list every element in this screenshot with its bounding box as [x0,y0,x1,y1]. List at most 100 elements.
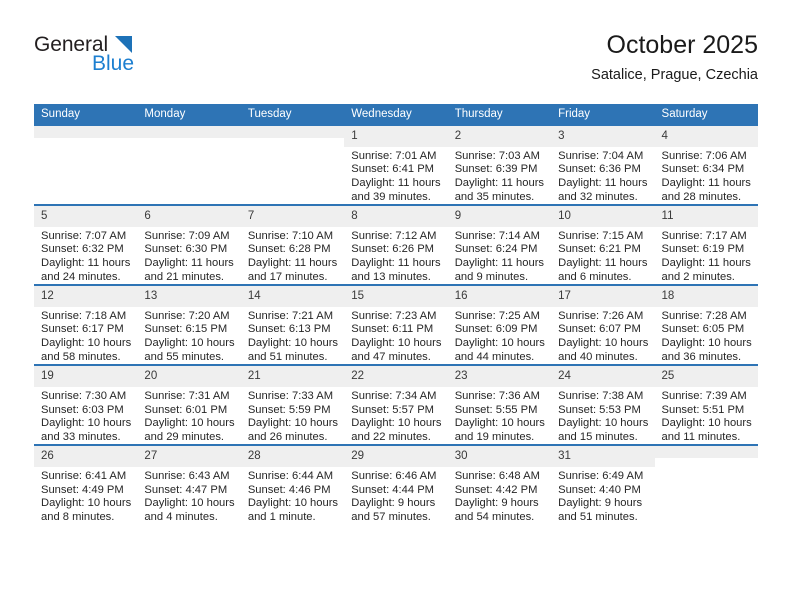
calendar-day-cell[interactable]: 13 Sunrise: 7:20 AM Sunset: 6:15 PM Dayligh… [137,284,241,366]
calendar-day-cell[interactable]: 9 Sunrise: 7:14 AM Sunset: 6:24 PM Daylight… [447,204,552,286]
sunset-time: Sunset: 5:53 PM [558,403,641,416]
day-details: Sunrise: 7:12 AM Sunset: 6:26 PM Daylight:… [344,227,447,284]
sunset-time: Sunset: 4:42 PM [454,483,538,496]
daylight-duration-line1: Daylight: 9 hours [454,497,539,510]
calendar-day-cell[interactable]: 3 Sunrise: 7:04 AM Sunset: 6:36 PM Daylight… [551,126,655,206]
calendar-day-cell[interactable]: 25 Sunrise: 7:39 AM Sunset: 5:51 PM Dayligh… [654,364,758,446]
sunset-time: Sunset: 5:57 PM [351,403,434,416]
calendar-day-cell[interactable]: 1 Sunrise: 7:01 AM Sunset: 6:41 PM Daylight… [344,126,448,206]
calendar-day-cell[interactable]: 16 Sunrise: 7:25 AM Sunset: 6:09 PM Dayligh… [447,284,552,366]
daylight-duration-line2: and 58 minutes. [41,350,121,363]
calendar-week-row: 26 Sunrise: 6:41 AM Sunset: 4:49 PM Dayligh… [34,444,758,525]
day-details: Sunrise: 7:21 AM Sunset: 6:13 PM Daylight:… [241,307,344,364]
sunset-time: Sunset: 4:40 PM [558,483,641,496]
calendar-day-cell[interactable]: 18 Sunrise: 7:28 AM Sunset: 6:05 PM Dayligh… [654,284,758,366]
sunrise-time: Sunrise: 7:30 AM [41,389,127,402]
day-details: Sunrise: 7:17 AM Sunset: 6:19 PM Daylight:… [655,227,758,284]
calendar-day-cell[interactable]: 22 Sunrise: 7:34 AM Sunset: 5:57 PM Dayligh… [344,364,448,446]
day-number: 30 [447,446,552,467]
calendar-day-cell[interactable]: 2 Sunrise: 7:03 AM Sunset: 6:39 PM Daylight… [447,126,552,206]
daylight-duration-line2: and 19 minutes. [454,430,535,443]
calendar-day-cell[interactable]: 5 Sunrise: 7:07 AM Sunset: 6:32 PM Daylight… [34,204,138,286]
sunrise-time: Sunrise: 7:06 AM [661,149,747,162]
daylight-duration-line2: and 39 minutes. [351,190,431,203]
sunrise-time: Sunrise: 7:12 AM [351,229,437,242]
calendar-day-cell[interactable]: 28 Sunrise: 6:44 AM Sunset: 4:46 PM Dayligh… [240,444,345,525]
page-title: October 2025 [606,31,759,59]
daylight-duration-line1: Daylight: 10 hours [247,497,339,510]
sunset-time: Sunset: 6:21 PM [558,243,641,256]
day-details: Sunrise: 7:01 AM Sunset: 6:41 PM Daylight:… [344,147,447,204]
daylight-duration-line2: and 47 minutes. [351,350,431,363]
day-details: Sunrise: 7:36 AM Sunset: 5:55 PM Daylight:… [448,387,551,444]
calendar-day-cell[interactable]: 24 Sunrise: 7:38 AM Sunset: 5:53 PM Dayligh… [551,364,655,446]
calendar-day-cell[interactable]: 26 Sunrise: 6:41 AM Sunset: 4:49 PM Dayligh… [34,444,138,525]
day-details: Sunrise: 7:28 AM Sunset: 6:05 PM Daylight:… [655,307,758,364]
day-number [240,126,345,139]
day-number: 10 [551,206,655,227]
day-number: 28 [240,446,345,467]
sunset-time: Sunset: 6:24 PM [454,243,538,256]
calendar-week-row: 1 Sunrise: 7:01 AM Sunset: 6:41 PM Daylight… [34,126,758,206]
calendar-day-cell[interactable]: 4 Sunrise: 7:06 AM Sunset: 6:34 PM Daylight… [654,126,758,206]
calendar-day-cell[interactable]: 19 Sunrise: 7:30 AM Sunset: 6:03 PM Dayligh… [34,364,138,446]
page-header: General Blue October 2025 Satalice, Prag… [34,30,758,92]
sunrise-time: Sunrise: 7:15 AM [558,229,644,242]
calendar-day-cell[interactable]: 10 Sunrise: 7:15 AM Sunset: 6:21 PM Dayligh… [551,204,655,286]
calendar-day-cell[interactable]: 15 Sunrise: 7:23 AM Sunset: 6:11 PM Dayligh… [344,284,448,366]
calendar-day-cell[interactable]: 11 Sunrise: 7:17 AM Sunset: 6:19 PM Dayligh… [654,204,758,286]
sunrise-time: Sunrise: 7:01 AM [351,149,437,162]
day-details: Sunrise: 7:09 AM Sunset: 6:30 PM Daylight:… [137,227,240,284]
day-details: Sunrise: 7:20 AM Sunset: 6:15 PM Daylight:… [137,307,240,364]
calendar-day-cell[interactable]: 27 Sunrise: 6:43 AM Sunset: 4:47 PM Dayligh… [137,444,241,525]
sunset-time: Sunset: 6:09 PM [454,323,538,336]
day-details: Sunrise: 7:39 AM Sunset: 5:51 PM Daylight:… [655,387,758,444]
calendar-day-cell[interactable]: 17 Sunrise: 7:26 AM Sunset: 6:07 PM Dayligh… [551,284,655,366]
sunrise-time: Sunrise: 7:20 AM [144,309,230,322]
calendar-day-cell[interactable]: 12 Sunrise: 7:18 AM Sunset: 6:17 PM Dayligh… [34,284,138,366]
day-number: 9 [447,206,552,227]
calendar-day-cell[interactable]: 14 Sunrise: 7:21 AM Sunset: 6:13 PM Dayligh… [240,284,345,366]
day-number: 2 [447,126,552,147]
day-details: Sunrise: 6:43 AM Sunset: 4:47 PM Daylight:… [137,467,240,524]
weekday-header-saturday: Saturday [654,104,758,127]
sunrise-time: Sunrise: 7:26 AM [558,309,644,322]
daylight-duration-line1: Daylight: 10 hours [661,417,752,430]
calendar-day-cell[interactable]: 7 Sunrise: 7:10 AM Sunset: 6:28 PM Daylight… [240,204,345,286]
calendar-day-cell[interactable]: 21 Sunrise: 7:33 AM Sunset: 5:59 PM Dayligh… [240,364,345,446]
day-details: Sunrise: 7:18 AM Sunset: 6:17 PM Daylight:… [34,307,137,364]
day-details: Sunrise: 7:04 AM Sunset: 6:36 PM Daylight:… [551,147,654,204]
calendar-day-cell[interactable]: 30 Sunrise: 6:48 AM Sunset: 4:42 PM Dayligh… [447,444,552,525]
sunset-time: Sunset: 6:15 PM [144,323,228,336]
calendar-day-cell[interactable]: 6 Sunrise: 7:09 AM Sunset: 6:30 PM Daylight… [137,204,241,286]
calendar-week-row: 19 Sunrise: 7:30 AM Sunset: 6:03 PM Dayligh… [34,364,758,446]
sunrise-time: Sunrise: 7:23 AM [351,309,437,322]
calendar-day-cell-empty [240,126,345,206]
sunset-time: Sunset: 6:17 PM [41,323,124,336]
day-details: Sunrise: 6:41 AM Sunset: 4:49 PM Daylight:… [34,467,137,524]
calendar-day-cell[interactable]: 29 Sunrise: 6:46 AM Sunset: 4:44 PM Dayligh… [344,444,448,525]
sunrise-time: Sunrise: 7:34 AM [351,389,437,402]
daylight-duration-line1: Daylight: 11 hours [454,257,545,270]
sunrise-time: Sunrise: 7:14 AM [454,229,540,242]
daylight-duration-line2: and 15 minutes. [558,430,638,443]
daylight-duration-line2: and 51 minutes. [247,350,328,363]
sunset-time: Sunset: 6:19 PM [661,243,745,256]
sunset-time: Sunset: 5:51 PM [661,403,745,416]
daylight-duration-line1: Daylight: 10 hours [247,337,339,350]
daylight-duration-line1: Daylight: 11 hours [41,257,131,270]
day-details: Sunrise: 7:23 AM Sunset: 6:11 PM Daylight:… [344,307,447,364]
sunset-time: Sunset: 4:44 PM [351,483,434,496]
calendar-body: 1 Sunrise: 7:01 AM Sunset: 6:41 PM Daylight… [34,126,758,525]
calendar-day-cell[interactable]: 23 Sunrise: 7:36 AM Sunset: 5:55 PM Dayligh… [447,364,552,446]
title-block: October 2025 Satalice, Prague, Czechia [591,30,758,85]
daylight-duration-line1: Daylight: 10 hours [558,337,649,350]
daylight-duration-line1: Daylight: 10 hours [558,417,649,430]
calendar-day-cell[interactable]: 31 Sunrise: 6:49 AM Sunset: 4:40 PM Dayligh… [551,444,655,525]
day-number: 16 [447,286,552,307]
daylight-duration-line1: Daylight: 11 hours [454,177,545,190]
weekday-header-thursday: Thursday [447,104,552,127]
calendar-day-cell[interactable]: 8 Sunrise: 7:12 AM Sunset: 6:26 PM Daylight… [344,204,448,286]
calendar-day-cell[interactable]: 20 Sunrise: 7:31 AM Sunset: 6:01 PM Dayligh… [137,364,241,446]
daylight-duration-line1: Daylight: 10 hours [41,497,132,510]
